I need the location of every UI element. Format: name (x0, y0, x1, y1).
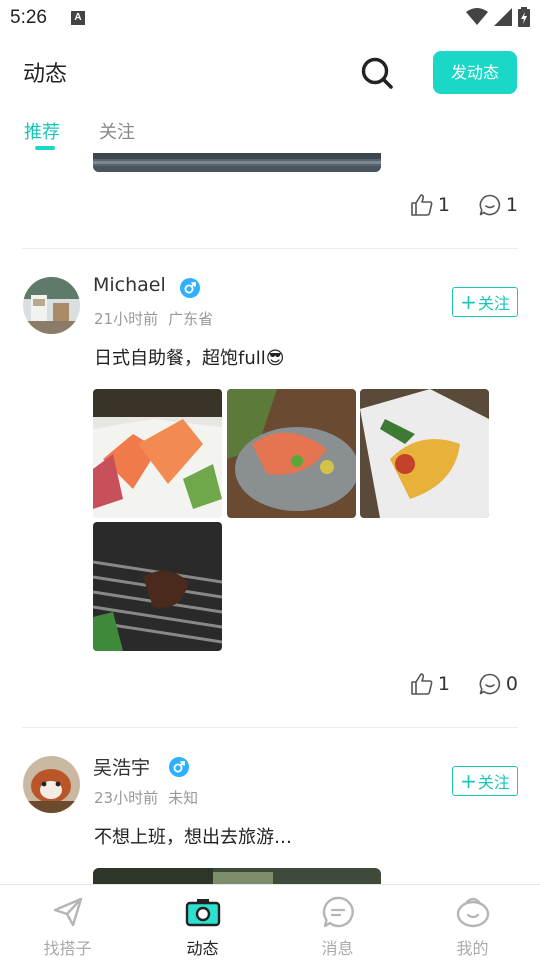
male-gender-icon (169, 757, 189, 777)
tab-following[interactable]: 关注 (99, 118, 135, 144)
post-meta: 21小时前 广东省 (94, 308, 213, 329)
plus-icon: + (460, 290, 477, 314)
like-count: 1 (437, 194, 450, 216)
post-image[interactable] (360, 389, 489, 518)
post-actions: 1 1 (410, 193, 518, 217)
post-image[interactable] (93, 522, 222, 651)
face-icon (456, 897, 489, 928)
nav-label: 消息 (321, 939, 354, 958)
like-button[interactable]: 1 (410, 193, 450, 217)
post-actions: 1 0 (410, 672, 518, 696)
status-time: 5:26 (10, 7, 47, 28)
follow-button[interactable]: + 关注 (452, 766, 518, 796)
comment-button[interactable]: 0 (478, 672, 518, 696)
nav-moments[interactable]: 动态 (135, 885, 270, 960)
paper-plane-icon (53, 897, 82, 927)
post-location: 广东省 (168, 310, 214, 328)
follow-label: 关注 (477, 773, 510, 792)
app-notification-icon: A (71, 11, 85, 25)
comment-icon (479, 673, 501, 695)
post-time: 23小时前 (94, 789, 159, 807)
chat-bubble-icon (322, 896, 354, 928)
post-meta: 23小时前 未知 (94, 787, 198, 808)
post-image[interactable] (93, 389, 222, 518)
nav-label: 找搭子 (43, 939, 92, 958)
page-title: 动态 (23, 62, 68, 87)
search-icon (361, 57, 393, 89)
camera-icon (185, 899, 220, 927)
follow-label: 关注 (477, 294, 510, 313)
post-divider (22, 727, 518, 728)
status-icons (466, 7, 530, 27)
comment-icon (479, 194, 501, 216)
nav-find-partner[interactable]: 找搭子 (0, 885, 135, 960)
follow-button[interactable]: + 关注 (452, 287, 518, 317)
like-button[interactable]: 1 (410, 672, 450, 696)
comment-count: 1 (505, 194, 518, 216)
tab-recommend[interactable]: 推荐 (24, 118, 60, 144)
signal-icon (494, 8, 512, 26)
post-time: 21小时前 (94, 310, 159, 328)
post-image[interactable] (227, 389, 356, 518)
feed-tabs: 推荐 关注 (0, 108, 540, 154)
like-count: 1 (437, 673, 450, 695)
top-app-bar: 动态 发动态 (0, 36, 540, 106)
avatar[interactable] (23, 756, 80, 813)
post-divider (22, 248, 518, 249)
battery-icon (518, 7, 530, 27)
nav-messages[interactable]: 消息 (270, 885, 405, 960)
post-text: 日式自助餐，超饱full😎 (94, 348, 285, 369)
feed-list[interactable]: 1 1 Michael 21小时前广东省 +关注 日式自助餐，超饱full😎 (0, 153, 540, 884)
nav-label: 动态 (186, 939, 219, 958)
thumbs-up-icon (411, 194, 433, 216)
tab-indicator (35, 146, 55, 150)
comment-count: 0 (505, 673, 518, 695)
user-name[interactable]: Michael (93, 274, 166, 296)
user-name[interactable]: 吴浩宇 (93, 753, 150, 780)
wifi-icon (466, 8, 488, 25)
avatar[interactable] (23, 277, 80, 334)
nav-profile[interactable]: 我的 (405, 885, 540, 960)
status-bar: 5:26 A (0, 0, 540, 36)
male-gender-icon (180, 278, 200, 298)
post-text: 不想上班，想出去旅游… (94, 827, 292, 848)
post-image-partial[interactable] (93, 153, 381, 172)
plus-icon: + (460, 769, 477, 793)
post-image-partial[interactable] (93, 868, 381, 884)
comment-button[interactable]: 1 (478, 193, 518, 217)
post-moment-button[interactable]: 发动态 (433, 51, 517, 94)
bottom-nav: 找搭子 动态 消息 我的 (0, 884, 540, 960)
thumbs-up-icon (411, 673, 433, 695)
search-button[interactable] (360, 56, 394, 90)
post-location: 未知 (168, 789, 199, 807)
nav-label: 我的 (456, 939, 489, 958)
